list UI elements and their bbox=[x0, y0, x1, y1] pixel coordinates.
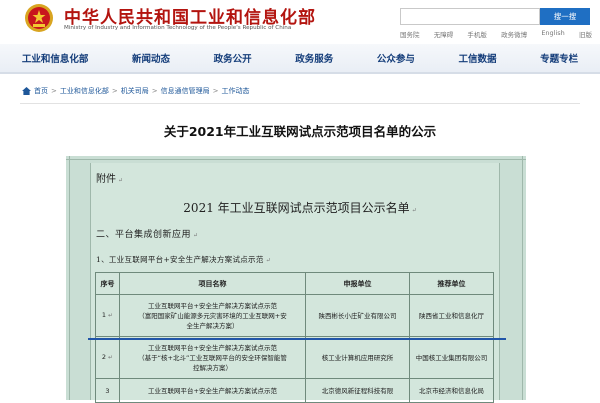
row-separator-highlight bbox=[88, 338, 506, 340]
breadcrumb-separator: > bbox=[111, 87, 118, 95]
home-icon bbox=[22, 87, 31, 95]
quick-link-guowuyuan[interactable]: 国务院 bbox=[400, 29, 420, 39]
search-button[interactable]: 搜一搜 bbox=[540, 8, 590, 25]
breadcrumb-separator: > bbox=[51, 87, 57, 95]
cell-number: 2 ↵ bbox=[95, 336, 120, 379]
nav-item-data[interactable]: 工信数据 bbox=[459, 51, 497, 65]
nav-item-topics[interactable]: 专题专栏 bbox=[540, 51, 578, 65]
breadcrumb: 首页 > 工业和信息化部 > 机关司局 > 信息通信管理局 > 工作动态 bbox=[22, 86, 250, 96]
quick-link-accessibility[interactable]: 无障碍 bbox=[434, 29, 454, 39]
site-header: 中华人民共和国工业和信息化部 Ministry of Industry and … bbox=[0, 0, 600, 44]
cell-applicant: 陕西彬长小庄矿业有限公司 bbox=[305, 294, 410, 337]
section-heading: 二、平台集成创新应用 ↵ bbox=[96, 230, 199, 240]
main-nav: 工业和信息化部 新闻动态 政务公开 政务服务 公众参与 工信数据 专题专栏 bbox=[0, 44, 600, 74]
cell-number: 3 bbox=[95, 378, 120, 403]
cell-project: 工业互联网平台+安全生产解决方案试点示范 bbox=[119, 378, 306, 403]
header-divider bbox=[20, 103, 580, 104]
doc-guide-line bbox=[69, 156, 70, 400]
quick-link-mobile[interactable]: 手机版 bbox=[467, 29, 487, 39]
search-input[interactable] bbox=[400, 8, 540, 25]
document-title: 2021 年工业互联网试点示范项目公示名单 ↵ bbox=[183, 201, 417, 215]
table-row: 3 工业互联网平台+安全生产解决方案试点示范 北京德风新征程科技有限 北京市经济… bbox=[95, 378, 494, 403]
national-emblem-logo[interactable] bbox=[24, 3, 54, 33]
nav-item-gov-info[interactable]: 政务公开 bbox=[214, 51, 252, 65]
cell-recommender: 陕西省工业和信息化厅 bbox=[409, 294, 494, 337]
breadcrumb-separator: > bbox=[151, 87, 158, 95]
breadcrumb-separator: > bbox=[212, 87, 219, 95]
quick-link-english[interactable]: English bbox=[541, 29, 564, 39]
cell-project: 工业互联网平台+安全生产解决方案试点示范 （富阳国家矿山能源多元灾害环境的工业互… bbox=[119, 294, 306, 337]
nav-item-news[interactable]: 新闻动态 bbox=[132, 51, 170, 65]
article-title: 关于2021年工业互联网试点示范项目名单的公示 bbox=[163, 124, 437, 139]
quick-link-weibo[interactable]: 政务微博 bbox=[501, 29, 527, 39]
breadcrumb-departments[interactable]: 机关司局 bbox=[121, 86, 149, 96]
header-cell-project: 项目名称 bbox=[119, 272, 306, 295]
breadcrumb-ministry[interactable]: 工业和信息化部 bbox=[60, 86, 109, 96]
cell-number: 1 ↵ bbox=[95, 294, 120, 337]
breadcrumb-home[interactable]: 首页 bbox=[34, 86, 48, 96]
quick-link-old-version[interactable]: 旧版 bbox=[579, 29, 592, 39]
table-row: 1 ↵ 工业互联网平台+安全生产解决方案试点示范 （富阳国家矿山能源多元灾害环境的… bbox=[95, 294, 494, 337]
site-subtitle: Ministry of Industry and Information Tec… bbox=[64, 25, 292, 31]
nav-item-gov-service[interactable]: 政务服务 bbox=[295, 51, 333, 65]
doc-guide-line bbox=[522, 156, 523, 400]
subsection-heading: 1、工业互联网平台+安全生产解决方案试点示范 ↵ bbox=[96, 255, 271, 264]
nav-item-ministry[interactable]: 工业和信息化部 bbox=[22, 51, 89, 65]
breadcrumb-work-news[interactable]: 工作动态 bbox=[222, 86, 250, 96]
cell-recommender: 北京市经济和信息化局 bbox=[409, 378, 494, 403]
breadcrumb-telecom-bureau[interactable]: 信息通信管理局 bbox=[161, 86, 210, 96]
header-cell-applicant: 申报单位 bbox=[305, 272, 410, 295]
cell-applicant: 核工业计算机应用研究所 bbox=[305, 336, 410, 379]
cell-recommender: 中国核工业集团有限公司 bbox=[409, 336, 494, 379]
attachment-label: 附件 ↵ bbox=[96, 174, 124, 185]
table-header-row: 序号 项目名称 申报单位 推荐单位 bbox=[95, 272, 494, 295]
doc-guide-line bbox=[66, 159, 526, 160]
header-cell-recommender: 推荐单位 bbox=[409, 272, 494, 295]
quick-links: 国务院 无障碍 手机版 政务微博 English 旧版 bbox=[400, 29, 592, 39]
cell-applicant: 北京德风新征程科技有限 bbox=[305, 378, 410, 403]
header-cell-number: 序号 bbox=[95, 272, 120, 295]
table-row: 2 ↵ 工业互联网平台+安全生产解决方案试点示范 （基于“核+北斗”工业互联网平台… bbox=[95, 336, 494, 379]
nav-item-public[interactable]: 公众参与 bbox=[377, 51, 415, 65]
cell-project: 工业互联网平台+安全生产解决方案试点示范 （基于“核+北斗”工业互联网平台的安全… bbox=[119, 336, 306, 379]
